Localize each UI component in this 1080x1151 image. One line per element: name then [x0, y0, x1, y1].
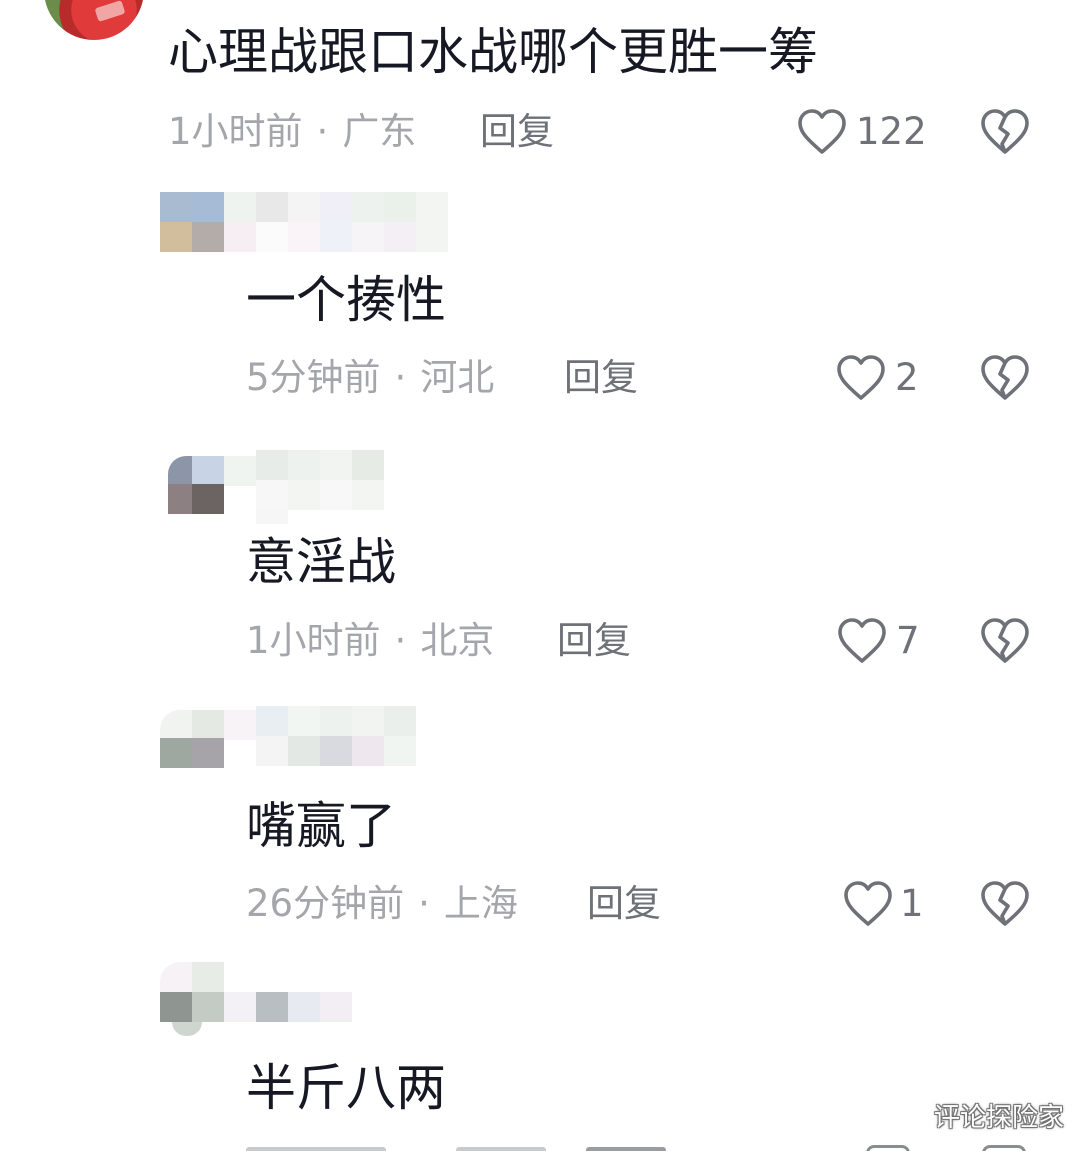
comment-time: 1小时前 [168, 110, 303, 153]
like-count: 7 [896, 619, 920, 662]
comment-meta: 26分钟前 · 上海 [246, 882, 518, 926]
comment-meta: 5分钟前 · 河北 [246, 356, 494, 400]
reply-button[interactable]: 回复 [587, 882, 661, 926]
meta-fragment [586, 1147, 666, 1151]
reply-button[interactable]: 回复 [480, 110, 554, 154]
comment-meta: 1小时前 · 广东 [168, 110, 416, 154]
comment-location: 上海 [443, 882, 518, 925]
comment-time: 26分钟前 [246, 882, 405, 925]
heart-outline-icon[interactable] [797, 108, 847, 156]
meta-fragment [456, 1147, 546, 1151]
broken-heart-icon[interactable] [980, 354, 1030, 402]
meta-separator: · [394, 619, 407, 662]
blurred-user-info[interactable] [160, 192, 450, 252]
comment-text: 半斤八两 [246, 1059, 446, 1117]
reply-button[interactable]: 回复 [564, 356, 638, 400]
heart-outline-icon[interactable] [837, 617, 887, 665]
blurred-user-info[interactable] [168, 450, 408, 524]
blurred-user-info[interactable] [160, 706, 420, 770]
like-count: 2 [895, 356, 919, 399]
comment-meta-cutoff [246, 1143, 1066, 1151]
avatar-logo [94, 0, 126, 22]
meta-separator: · [316, 110, 329, 153]
like-count: 1 [900, 882, 924, 925]
meta-separator: · [418, 882, 430, 925]
comment-text: 嘴赢了 [246, 797, 396, 855]
meta-fragment [246, 1147, 386, 1151]
broken-heart-icon[interactable] [980, 617, 1030, 665]
comment-location: 北京 [420, 619, 495, 662]
broken-heart-icon[interactable] [980, 880, 1030, 928]
comment-meta: 1小时前 · 北京 [246, 619, 494, 663]
avatar[interactable] [44, 0, 144, 40]
comment-location: 河北 [420, 356, 495, 399]
broken-heart-icon[interactable] [980, 108, 1030, 156]
comment-location: 广东 [342, 110, 417, 153]
comment-text: 一个揍性 [246, 271, 446, 329]
meta-separator: · [394, 356, 407, 399]
reply-button[interactable]: 回复 [557, 619, 631, 663]
broken-heart-icon[interactable] [982, 1145, 1026, 1151]
like-count: 122 [856, 110, 927, 153]
heart-outline-icon[interactable] [836, 354, 886, 402]
comment-text: 心理战跟口水战哪个更胜一筹 [168, 23, 818, 81]
blurred-user-info[interactable] [160, 962, 360, 1038]
comment-text: 意淫战 [246, 533, 396, 591]
watermark: 评论探险家 [933, 1103, 1064, 1133]
heart-outline-icon[interactable] [866, 1145, 910, 1151]
heart-outline-icon[interactable] [843, 880, 893, 928]
comment-time: 5分钟前 [246, 356, 381, 399]
comment-time: 1小时前 [246, 619, 381, 662]
